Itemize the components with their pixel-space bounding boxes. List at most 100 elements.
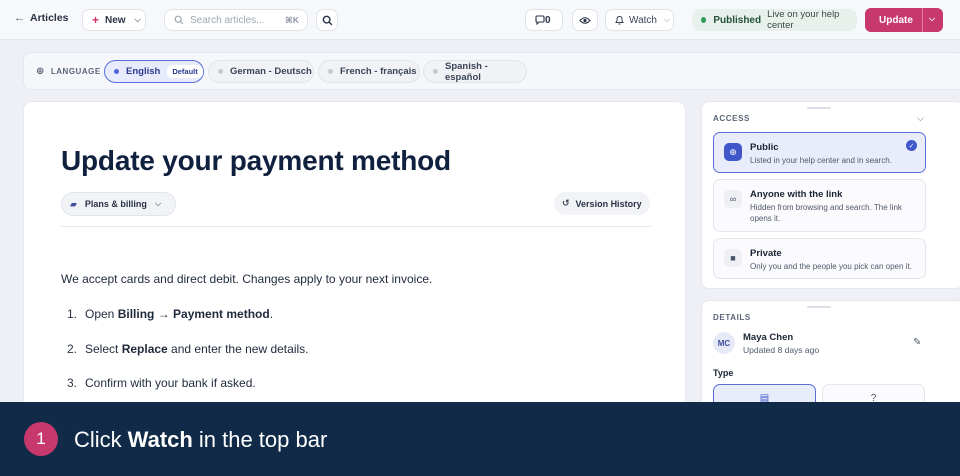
language-title-text: LANGUAGE (50, 67, 101, 76)
lock-icon: ■ (724, 249, 742, 267)
article-intro[interactable]: We accept cards and direct debit. Change… (61, 272, 432, 286)
search-placeholder: Search articles... (190, 14, 265, 26)
update-button[interactable]: Update ⌵ (865, 8, 943, 32)
access-option-link[interactable]: ∞ Anyone with the link Hidden from brows… (713, 179, 926, 232)
details-title: DETAILS (713, 313, 751, 322)
step-text: Confirm with your bank if asked. (85, 376, 256, 390)
search-icon (174, 15, 184, 25)
access-option-private[interactable]: ■ Private Only you and the people you pi… (713, 238, 926, 279)
list-item[interactable]: 2. Select Replace and enter the new deta… (61, 341, 309, 377)
access-option-title: Public (750, 142, 779, 153)
instruction-text: Click Watch in the top bar (74, 427, 327, 453)
link-icon: ∞ (724, 190, 742, 208)
comments-count: 0 (545, 14, 551, 26)
chevron-down-icon: ⌵ (134, 15, 141, 24)
language-dot-icon (433, 69, 438, 74)
instruction-bold: Watch (127, 427, 193, 452)
language-label: German - Deutsch (230, 66, 312, 77)
version-history-button[interactable]: ↺ Version History (554, 192, 650, 215)
bell-icon (615, 15, 624, 25)
comments-button[interactable]: 0 (525, 9, 563, 31)
comment-icon (535, 15, 545, 25)
step-text: Open (85, 307, 118, 321)
search-input[interactable]: Search articles... ⌘K (164, 9, 308, 31)
language-chip-french[interactable]: French - français (318, 60, 420, 83)
status-label: Published (713, 14, 762, 26)
back-to-articles-link[interactable]: ← Articles (14, 12, 69, 24)
version-history-label: Version History (575, 198, 642, 209)
update-menu-chevron-icon[interactable]: ⌵ (929, 14, 935, 24)
drag-handle[interactable] (807, 107, 831, 109)
status-dot-icon (701, 17, 707, 23)
type-label: Type (713, 368, 734, 378)
search-button[interactable] (316, 9, 338, 31)
watch-label: Watch (629, 14, 657, 26)
step-number: 2. (66, 341, 77, 356)
language-chip-spanish[interactable]: Spanish - español (423, 60, 527, 83)
article-title[interactable]: Update your payment method (61, 145, 451, 177)
arrow-left-icon: ← (14, 12, 25, 24)
update-label: Update (879, 14, 913, 26)
chevron-down-icon: ⌵ (663, 15, 671, 24)
language-dot-icon (114, 69, 119, 74)
access-title: ACCESS (713, 114, 750, 123)
history-icon: ↺ (562, 198, 570, 208)
instruction-banner: 1 Click Watch in the top bar (0, 402, 960, 476)
category-select[interactable]: ▰ Plans & billing ⌵ (61, 192, 176, 216)
list-item[interactable]: 1. Open Billing → Payment method. (61, 307, 308, 342)
new-label: New (105, 14, 126, 26)
access-option-desc: Hidden from browsing and search. The lin… (750, 203, 902, 223)
top-bar: ← Articles + New ⌵ Search articles... ⌘K… (0, 0, 960, 40)
chevron-down-icon[interactable]: ⌵ (917, 113, 924, 124)
pencil-icon[interactable]: ✎ (913, 337, 921, 348)
language-chip-english[interactable]: English Default (104, 60, 204, 83)
divider (61, 226, 651, 227)
globe-icon: ⊕ (36, 66, 45, 77)
step-text: and enter the new details. (167, 341, 309, 356)
update-divider (922, 8, 923, 32)
language-label: French - français (340, 66, 417, 77)
step-bold: Replace (121, 341, 168, 356)
step-text: Select (85, 341, 122, 356)
access-option-desc: Listed in your help center and in search… (750, 156, 892, 165)
back-label: Articles (30, 12, 69, 24)
status-sub: Live on your help center (767, 9, 840, 31)
drag-handle[interactable] (807, 306, 831, 308)
step-number: 1. (66, 307, 77, 321)
access-option-title: Anyone with the link (750, 189, 843, 200)
check-icon: ✓ (906, 140, 917, 151)
step-text: . (269, 307, 274, 321)
instruction-pre: Click (74, 427, 122, 452)
language-title: ⊕ LANGUAGE (36, 66, 101, 77)
folder-icon: ▰ (70, 198, 77, 209)
author-name: Maya Chen (743, 332, 794, 343)
avatar: MC (713, 332, 735, 354)
language-label: Spanish - español (444, 60, 488, 83)
access-option-title: Private (750, 248, 782, 259)
plus-icon: + (92, 13, 100, 27)
language-chip-german[interactable]: German - Deutsch (208, 60, 314, 83)
default-badge: Default (167, 65, 203, 78)
access-panel: ACCESS ⌵ ⊕ Public Listed in your help ce… (701, 101, 960, 289)
preview-button[interactable] (572, 9, 598, 31)
watch-button[interactable]: Watch ⌵ (605, 9, 674, 31)
article-editor: Update your payment method ▰ Plans & bil… (23, 101, 686, 421)
language-label: English (126, 66, 161, 77)
access-option-desc: Only you and the people you pick can ope… (750, 262, 912, 271)
language-dot-icon (218, 69, 223, 74)
updated-timestamp: Updated 8 days ago (743, 345, 820, 355)
step-badge: 1 (24, 422, 58, 456)
chevron-down-icon: ⌵ (154, 199, 162, 208)
search-icon (322, 15, 332, 25)
steps-list: 1. Open Billing → Payment method. 2. Sel… (61, 307, 309, 411)
language-bar: ⊕ LANGUAGE English Default German - Deut… (23, 52, 960, 90)
eye-icon (579, 16, 591, 24)
access-option-public[interactable]: ⊕ Public Listed in your help center and … (713, 132, 926, 173)
step-bold: Billing → Payment method (117, 307, 270, 321)
search-shortcut: ⌘K (284, 14, 299, 25)
new-button[interactable]: + New ⌵ (82, 9, 146, 31)
language-dot-icon (328, 69, 333, 74)
category-label: Plans & billing (84, 199, 147, 209)
globe-icon: ⊕ (724, 143, 742, 161)
instruction-post: in the top bar (198, 427, 328, 452)
